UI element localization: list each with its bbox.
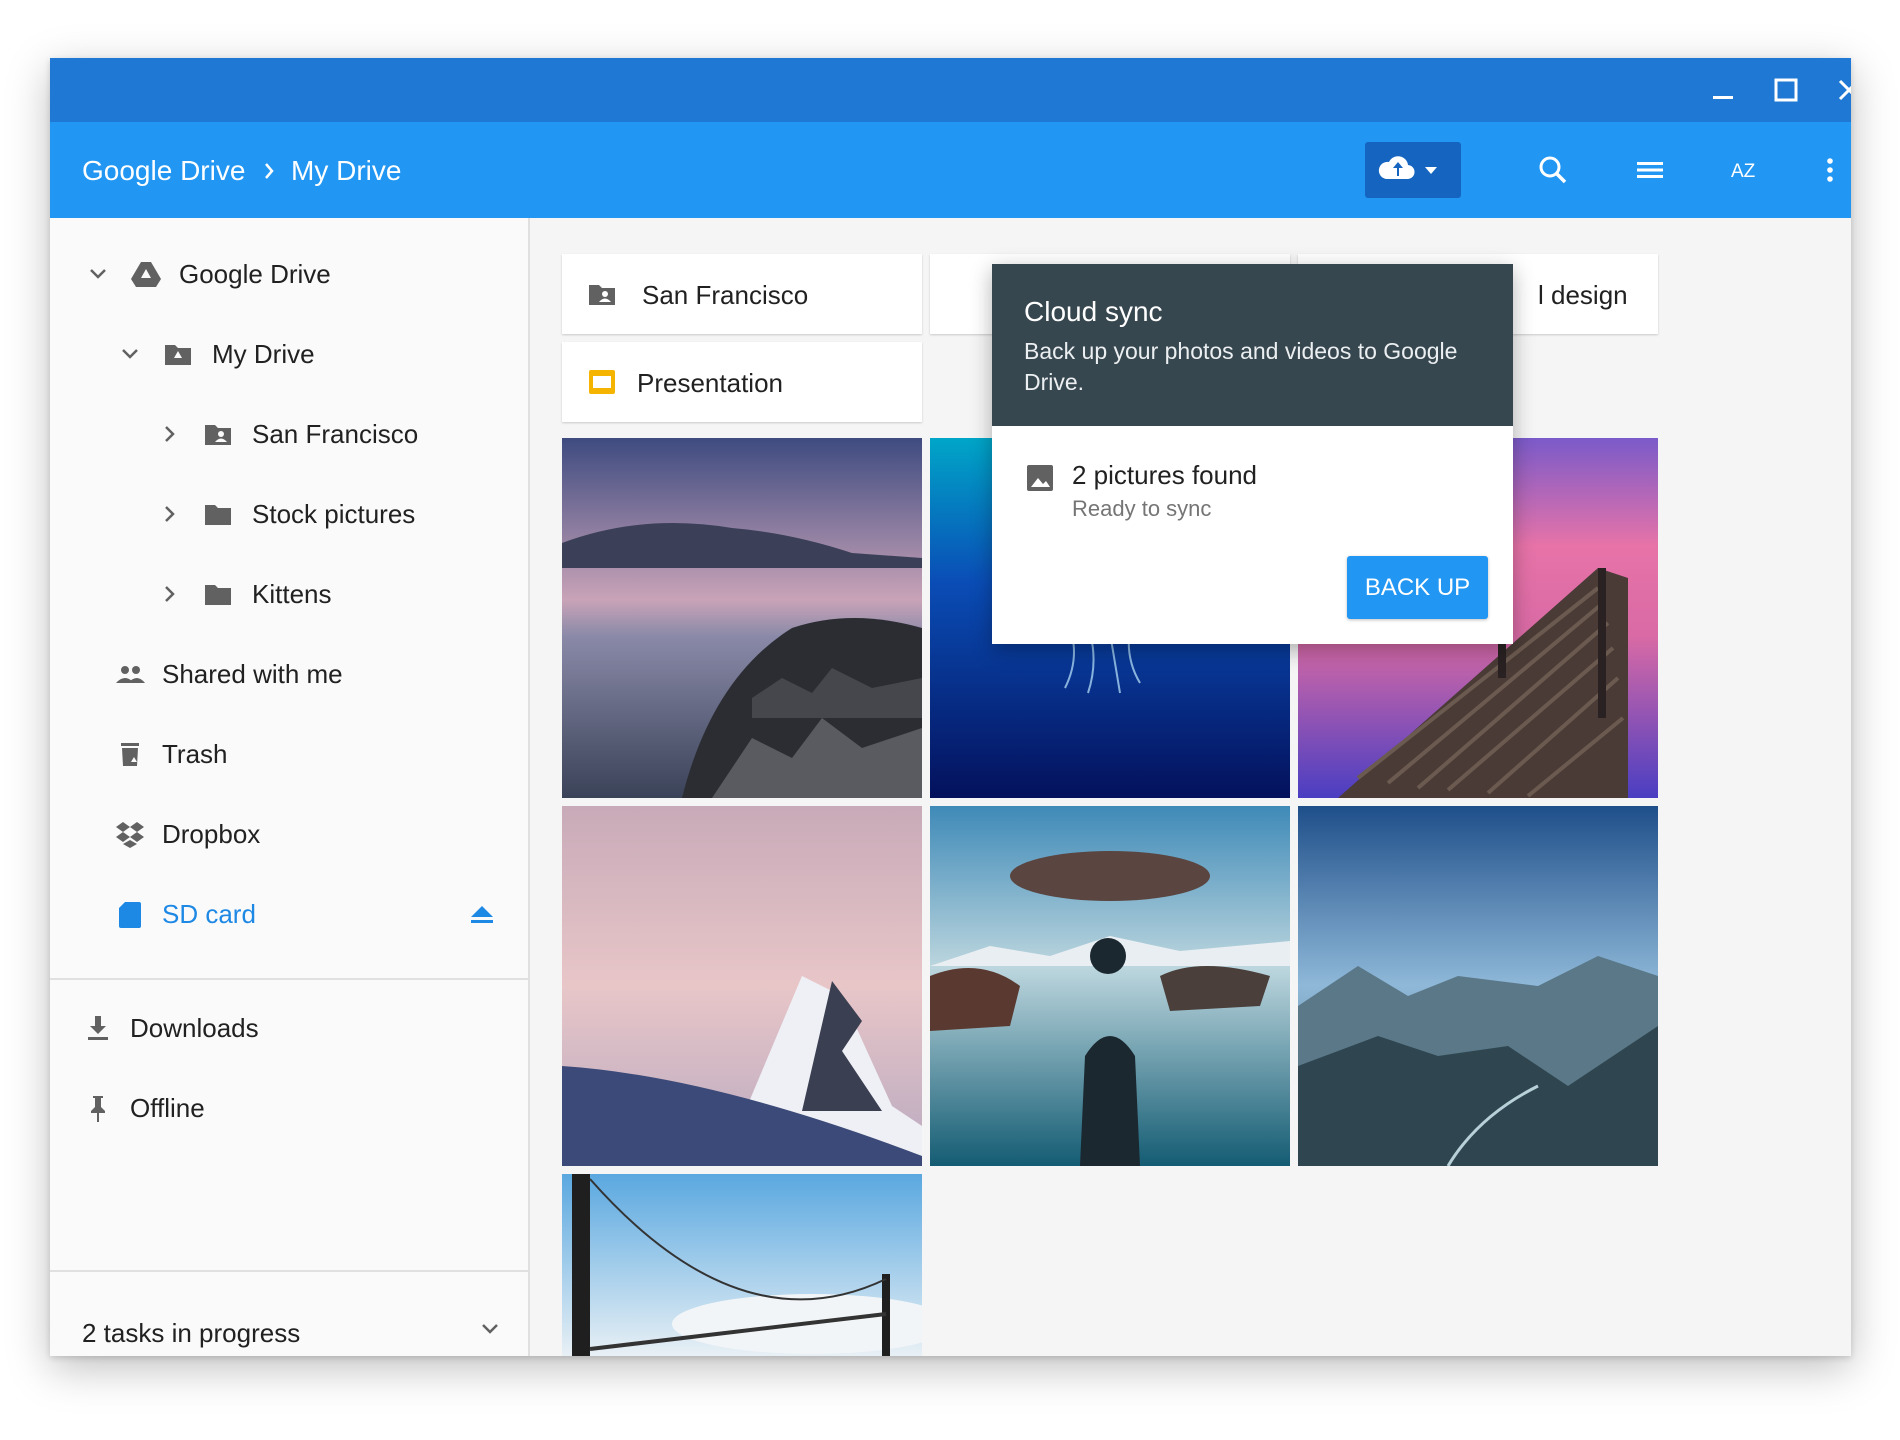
- folder-card-san-francisco[interactable]: San Francisco: [562, 254, 922, 334]
- sidebar-item-label: Stock pictures: [252, 499, 416, 529]
- breadcrumb-root[interactable]: Google Drive: [82, 156, 245, 186]
- sidebar-item-dropbox[interactable]: Dropbox: [50, 804, 528, 864]
- sync-status-text: Ready to sync: [1072, 496, 1212, 521]
- sidebar-item-label: Shared with me: [162, 659, 343, 689]
- sidebar-item-kittens[interactable]: Kittens: [50, 564, 528, 624]
- sidebar-item-label: Kittens: [252, 579, 332, 609]
- sidebar-item-san-francisco[interactable]: San Francisco: [50, 404, 528, 464]
- list-view-icon[interactable]: [1632, 152, 1668, 188]
- sidebar-item-my-drive[interactable]: My Drive: [50, 324, 528, 384]
- sidebar-item-google-drive[interactable]: Google Drive: [50, 244, 528, 304]
- chevron-right-icon[interactable]: [156, 580, 184, 608]
- google-drive-icon: [130, 258, 162, 290]
- dropdown-arrow-icon: [1425, 167, 1437, 174]
- chevron-down-icon[interactable]: [84, 260, 112, 288]
- back-up-button[interactable]: BACK UP: [1347, 556, 1488, 619]
- trash-icon: [114, 738, 146, 770]
- sidebar-item-label: Downloads: [130, 1013, 259, 1043]
- photo-hiker-lake[interactable]: [930, 806, 1290, 1166]
- more-vert-icon[interactable]: [1812, 152, 1848, 188]
- slides-icon: [586, 366, 618, 398]
- photo-golden-gate-bridge[interactable]: [562, 1174, 922, 1356]
- image-icon: [1024, 462, 1056, 494]
- photo-valley-mountains[interactable]: [1298, 806, 1658, 1166]
- close-icon[interactable]: [1833, 74, 1851, 106]
- sidebar-divider: [50, 1270, 528, 1272]
- folder-card-label: l design: [1538, 280, 1628, 310]
- photo-mountain-peak[interactable]: [562, 806, 922, 1166]
- sd-card-icon: [114, 898, 146, 930]
- photo-lake-rocks[interactable]: [562, 438, 922, 798]
- sidebar-item-label: SD card: [162, 899, 256, 929]
- sort-label: AZ: [1731, 161, 1756, 182]
- chevron-right-icon: [265, 163, 274, 179]
- dropbox-icon: [114, 818, 146, 850]
- popup-description: Back up your photos and videos to Google…: [1024, 338, 1458, 395]
- cloud-upload-icon: [1378, 156, 1437, 180]
- folder-icon: [202, 578, 234, 610]
- chevron-right-icon[interactable]: [156, 420, 184, 448]
- chevron-right-icon[interactable]: [156, 500, 184, 528]
- my-drive-icon: [162, 338, 194, 370]
- popup-title: Cloud sync: [1024, 296, 1163, 327]
- people-icon: [114, 658, 146, 690]
- folder-card-label: San Francisco: [642, 280, 809, 310]
- search-icon[interactable]: [1535, 152, 1571, 188]
- sidebar-item-label: Google Drive: [179, 259, 331, 289]
- sidebar-item-label: Trash: [162, 739, 228, 769]
- toolbar: Google Drive My Drive AZ: [50, 122, 1851, 218]
- popup-header: Cloud sync Back up your photos and video…: [992, 264, 1513, 426]
- file-card-presentation[interactable]: Presentation: [562, 342, 922, 422]
- pictures-found-text: 2 pictures found: [1072, 460, 1258, 490]
- files-app-window: Google Drive My Drive AZ Google Drive My…: [50, 58, 1851, 1356]
- cloud-sync-popup: Cloud sync Back up your photos and video…: [992, 264, 1513, 644]
- pin-icon: [82, 1092, 114, 1124]
- sidebar-item-label: Dropbox: [162, 819, 261, 849]
- sidebar-item-downloads[interactable]: Downloads: [50, 998, 528, 1058]
- sidebar-item-label: San Francisco: [252, 419, 419, 449]
- sidebar-item-trash[interactable]: Trash: [50, 724, 528, 784]
- chevron-down-icon[interactable]: [475, 1314, 505, 1344]
- title-bar: [50, 58, 1851, 122]
- sidebar-divider: [50, 978, 528, 980]
- folder-card-label: Presentation: [637, 368, 783, 398]
- chevron-down-icon[interactable]: [116, 340, 144, 368]
- maximize-icon[interactable]: [1770, 74, 1802, 106]
- sidebar-item-sd-card[interactable]: SD card: [50, 884, 528, 944]
- cloud-sync-button[interactable]: [1365, 142, 1461, 198]
- sort-az-icon[interactable]: AZ: [1728, 152, 1764, 188]
- shared-folder-icon: [202, 418, 234, 450]
- eject-icon[interactable]: [466, 898, 498, 930]
- folder-icon: [202, 498, 234, 530]
- sidebar-item-shared-with-me[interactable]: Shared with me: [50, 644, 528, 704]
- shared-folder-icon: [586, 278, 618, 310]
- sidebar-item-stock-pictures[interactable]: Stock pictures: [50, 484, 528, 544]
- breadcrumb-current[interactable]: My Drive: [291, 156, 401, 186]
- sidebar: Google Drive My Drive San Francisco Stoc…: [50, 218, 530, 1356]
- sidebar-item-label: My Drive: [212, 339, 315, 369]
- tasks-label: 2 tasks in progress: [82, 1318, 301, 1348]
- sidebar-item-label: Offline: [130, 1093, 205, 1123]
- minimize-icon[interactable]: [1707, 74, 1739, 106]
- download-icon: [82, 1012, 114, 1044]
- sidebar-item-offline[interactable]: Offline: [50, 1078, 528, 1138]
